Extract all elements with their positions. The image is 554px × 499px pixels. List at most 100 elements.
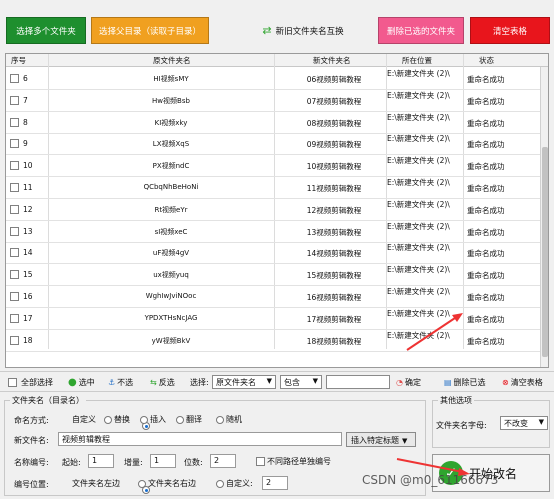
chevron-down-icon: ▼ xyxy=(266,377,272,385)
row-checkbox[interactable] xyxy=(10,204,19,214)
new-name-input[interactable]: 视频剪辑教程 xyxy=(58,432,342,446)
pos-custom-radio[interactable]: 自定义: xyxy=(216,478,253,489)
row-location: E:\新建文件夹 (2)\ xyxy=(387,265,450,275)
naming-mode-label: 随机 xyxy=(226,415,242,424)
row-new-name: 16视频剪辑教程 xyxy=(306,293,362,302)
filter-input[interactable] xyxy=(326,375,390,389)
radio-circle[interactable] xyxy=(176,415,184,424)
case-label: 文件夹名字母: xyxy=(436,421,487,430)
scrollbar-thumb[interactable] xyxy=(542,147,548,357)
row-index: 6 xyxy=(23,74,28,83)
row-checkbox[interactable] xyxy=(10,139,19,149)
row-location: E:\新建文件夹 (2)\ xyxy=(387,243,450,253)
deselect-label: 不选 xyxy=(117,378,134,387)
select-parent-dir-button[interactable]: 选择父目录（读取子目录） xyxy=(91,17,209,44)
pos-custom-input[interactable]: 2 xyxy=(262,476,288,490)
row-old-name: yW视频BkV xyxy=(151,336,191,345)
table-row[interactable]: 9 LX视频XqS 09视频剪辑教程 E:\新建文件夹 (2)\ 重命名成功 xyxy=(6,133,540,156)
table-row[interactable]: 16 WghIwJviNOoc 16视频剪辑教程 E:\新建文件夹 (2)\ 重命名成功 xyxy=(6,286,540,308)
select-multiple-folders-button[interactable]: 选择多个文件夹 xyxy=(6,17,86,44)
table-row[interactable]: 18 yW视频BkV 18视频剪辑教程 E:\新建文件夹 (2)\ 重命名成功 xyxy=(6,330,540,352)
digits-label: 位数: xyxy=(184,458,203,467)
pos-right-radio[interactable]: 文件夹名右边 xyxy=(138,478,196,489)
row-location: E:\新建文件夹 (2)\ xyxy=(387,178,450,187)
pos-right-label: 文件夹名右边 xyxy=(148,479,196,488)
table-row[interactable]: 14 uF视频4gV 14视频剪辑教程 E:\新建文件夹 (2)\ 重命名成功 xyxy=(6,242,540,265)
operator-select[interactable]: 包含 ▼ xyxy=(280,375,322,389)
pos-left-radio[interactable]: 文件夹名左边 xyxy=(62,478,150,494)
row-checkbox[interactable] xyxy=(10,313,19,323)
naming-mode-radio[interactable]: 替换 xyxy=(104,414,130,425)
field-select[interactable]: 原文件夹名 ▼ xyxy=(212,375,276,389)
step-input[interactable]: 1 xyxy=(150,454,176,468)
radio-circle[interactable] xyxy=(104,415,112,424)
radio-circle[interactable] xyxy=(216,479,224,488)
select-all-checkbox[interactable]: 全部选择 xyxy=(8,377,53,388)
row-checkbox[interactable] xyxy=(10,161,19,171)
digits-input[interactable]: 2 xyxy=(210,454,236,468)
row-location: E:\新建文件夹 (2)\ xyxy=(387,308,450,318)
radio-circle[interactable] xyxy=(140,415,148,424)
new-name-value: 视频剪辑教程 xyxy=(62,435,110,444)
start-input[interactable]: 1 xyxy=(88,454,114,468)
separate-numbering-checkbox[interactable]: 不同路径单独编号 xyxy=(256,456,331,467)
table-row[interactable]: 13 sI视频xeC 13视频剪辑教程 E:\新建文件夹 (2)\ 重命名成功 xyxy=(6,221,540,243)
select-checked-button[interactable]: ● 选中 xyxy=(68,377,95,388)
header-old-name: 原文件夹名 xyxy=(153,56,191,65)
table-row[interactable]: 10 PX视频ndC 10视频剪辑教程 E:\新建文件夹 (2)\ 重命名成功 xyxy=(6,155,540,178)
table-row[interactable]: 11 QCbqNhBeHoNi 11视频剪辑教程 E:\新建文件夹 (2)\ 重命名成功 xyxy=(6,177,540,199)
case-select-value: 不改变 xyxy=(504,419,528,428)
row-checkbox[interactable] xyxy=(10,292,19,301)
row-checkbox[interactable] xyxy=(10,117,19,127)
row-old-name: ux视频yuq xyxy=(153,271,189,280)
radio-circle[interactable] xyxy=(138,479,146,488)
row-new-name: 11视频剪辑教程 xyxy=(306,184,362,193)
naming-mode-label: 插入 xyxy=(150,415,166,424)
delete-selected-button[interactable]: ▤ 删除已选 xyxy=(444,377,486,388)
clear-table-small-button[interactable]: ⊗ 清空表格 xyxy=(502,377,543,388)
checkbox-box[interactable] xyxy=(256,457,265,466)
naming-mode-label: 自定义 xyxy=(72,415,96,424)
row-new-name: 12视频剪辑教程 xyxy=(306,205,362,215)
table-row[interactable]: 12 Rt视频eYr 12视频剪辑教程 E:\新建文件夹 (2)\ 重命名成功 xyxy=(6,199,540,221)
row-checkbox[interactable] xyxy=(10,248,19,258)
start-value: 1 xyxy=(92,456,98,465)
case-select[interactable]: 不改变 ▼ xyxy=(500,416,548,430)
row-checkbox[interactable] xyxy=(10,74,19,83)
row-checkbox[interactable] xyxy=(10,335,19,345)
table-row[interactable]: 15 ux视频yuq 15视频剪辑教程 E:\新建文件夹 (2)\ 重命名成功 xyxy=(6,264,540,287)
table-row[interactable]: 8 KI视频xky 08视频剪辑教程 E:\新建文件夹 (2)\ 重命名成功 xyxy=(6,112,540,134)
row-status: 重命名成功 xyxy=(467,96,505,106)
table-row[interactable]: 7 Hw视频Bsb 07视频剪辑教程 E:\新建文件夹 (2)\ 重命名成功 xyxy=(6,90,540,112)
swap-names-button[interactable]: ⇄ 新旧文件夹名互换 xyxy=(240,17,366,44)
row-location: E:\新建文件夹 (2)\ xyxy=(387,112,450,122)
insert-tag-button[interactable]: 插入特定标题 ▼ xyxy=(346,432,416,447)
row-old-name: sI视频xeC xyxy=(154,227,188,236)
clear-icon: ⊗ xyxy=(502,378,509,387)
invert-selection-button[interactable]: ⇆ 反选 xyxy=(150,377,175,388)
deselect-button[interactable]: ⚓ 不选 xyxy=(108,377,133,388)
row-checkbox[interactable] xyxy=(10,95,19,105)
row-new-name: 13视频剪辑教程 xyxy=(306,227,362,237)
row-index: 9 xyxy=(23,139,28,149)
vertical-scrollbar[interactable] xyxy=(540,67,548,367)
radio-circle[interactable] xyxy=(216,415,224,424)
row-checkbox[interactable] xyxy=(10,270,19,280)
naming-mode-radio[interactable]: 自定义 xyxy=(62,414,150,430)
confirm-button[interactable]: ◔ 确定 xyxy=(396,377,421,388)
row-checkbox[interactable] xyxy=(10,183,19,192)
delete-selected-folders-button[interactable]: 删除已选的文件夹 xyxy=(378,17,464,44)
row-old-name: LX视频XqS xyxy=(152,140,190,149)
table-row[interactable]: 17 YPDXTHsNcJAG 17视频剪辑教程 E:\新建文件夹 (2)\ 重命名成功 xyxy=(6,308,540,330)
checkbox-box[interactable] xyxy=(8,378,17,387)
row-old-name: Hw视频Bsb xyxy=(152,96,190,105)
row-index: 18 xyxy=(23,335,33,345)
naming-mode-radio[interactable]: 随机 xyxy=(216,414,242,425)
table-row[interactable]: 6 HI视频sMY 06视频剪辑教程 E:\新建文件夹 (2)\ 重命名成功 xyxy=(6,68,540,90)
clear-table-button[interactable]: 清空表格 xyxy=(470,17,550,44)
naming-mode-radio[interactable]: 翻译 xyxy=(176,414,202,425)
clear-table-label: 清空表格 xyxy=(510,378,543,387)
row-new-name: 07视频剪辑教程 xyxy=(306,96,362,106)
naming-mode-radio[interactable]: 插入 xyxy=(140,414,166,425)
row-checkbox[interactable] xyxy=(10,226,19,236)
